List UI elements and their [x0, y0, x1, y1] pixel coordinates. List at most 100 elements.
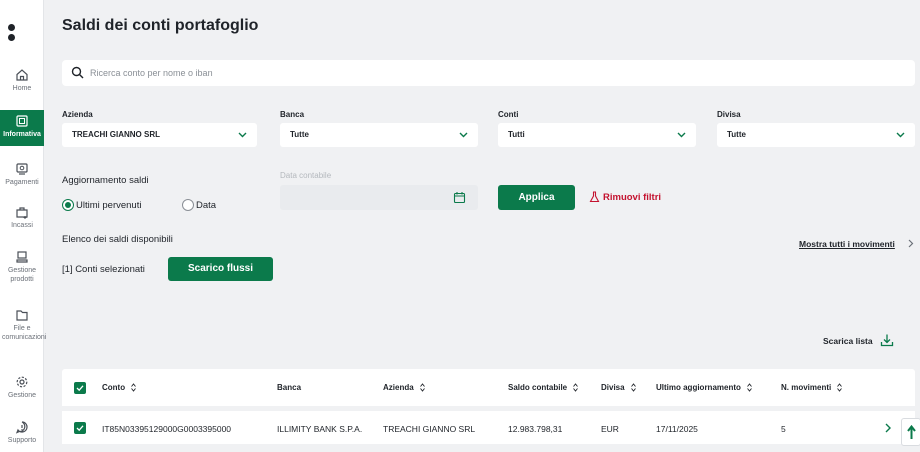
- check-icon: [76, 425, 84, 432]
- filter-azienda-value: TREACHI GIANNO SRL: [72, 130, 160, 139]
- filter-banca-select[interactable]: Tutte: [280, 123, 478, 147]
- download-flows-button[interactable]: Scarico flussi: [168, 257, 273, 281]
- chevron-right-icon[interactable]: [885, 423, 891, 433]
- column-header-saldo-contabile[interactable]: Saldo contabile: [508, 383, 579, 393]
- calendar-icon: [453, 192, 466, 204]
- filter-conti-value: Tutti: [508, 130, 525, 139]
- sidebar-item-label: File e comunicazioni: [2, 325, 47, 341]
- column-label: Saldo contabile: [508, 383, 568, 392]
- search-input[interactable]: [90, 64, 890, 82]
- filter-divisa-value: Tutte: [727, 130, 746, 139]
- filter-conti-label: Conti: [498, 110, 519, 119]
- collections-icon: [16, 207, 28, 219]
- column-header-divisa[interactable]: Divisa: [601, 383, 636, 393]
- column-header-n-movimenti[interactable]: N. movimenti: [781, 383, 843, 393]
- scroll-to-top-button[interactable]: [901, 418, 920, 446]
- cell-saldo: 12.983.798,31: [508, 424, 563, 434]
- page-title: Saldi dei conti portafoglio: [62, 17, 259, 34]
- chevron-down-icon: [677, 132, 686, 138]
- apply-button[interactable]: Applica: [498, 185, 575, 210]
- sidebar-item-label: Gestione prodotti: [7, 267, 37, 283]
- check-icon: [76, 385, 84, 392]
- sidebar-item-supporto[interactable]: Supporto: [0, 420, 44, 448]
- column-label: Azienda: [383, 383, 414, 392]
- show-all-movements-link[interactable]: Mostra tutti i movimenti: [799, 239, 895, 249]
- download-list-button[interactable]: Scarica lista: [823, 336, 873, 346]
- radio-data[interactable]: Data: [182, 198, 242, 212]
- remove-filters-label: Rimuovi filtri: [603, 192, 662, 203]
- report-icon: [16, 115, 28, 127]
- search-bar: [62, 60, 915, 86]
- folder-icon: [16, 310, 28, 321]
- cell-azienda: TREACHI GIANNO SRL: [383, 424, 476, 434]
- column-label: Divisa: [601, 383, 625, 392]
- sidebar-item-informativa[interactable]: Informativa: [0, 110, 44, 146]
- chevron-down-icon: [459, 132, 468, 138]
- list-heading: Elenco dei saldi disponibili: [62, 234, 173, 245]
- sidebar-item-file-comunicazioni[interactable]: File e comunicazioni: [0, 308, 47, 348]
- home-icon: [16, 69, 28, 81]
- filter-azienda-select[interactable]: TREACHI GIANNO SRL: [62, 123, 257, 147]
- app-logo: [8, 24, 16, 44]
- sidebar-item-label: Home: [12, 85, 32, 92]
- sidebar-item-gestione[interactable]: Gestione: [0, 375, 44, 403]
- payments-icon: [16, 163, 28, 175]
- radio-ultimi-pervenuti[interactable]: Ultimi pervenuti: [62, 198, 162, 212]
- flask-icon: [589, 191, 600, 203]
- sort-icon: [573, 383, 579, 393]
- filter-divisa-label: Divisa: [717, 110, 741, 119]
- column-header-conto[interactable]: Conto: [102, 383, 137, 393]
- column-label: Ultimo aggiornamento: [656, 383, 741, 392]
- chevron-down-icon: [896, 132, 905, 138]
- aggiornamento-label: Aggiornamento saldi: [62, 175, 149, 186]
- sort-icon: [837, 383, 843, 393]
- cell-divisa: EUR: [601, 424, 619, 434]
- sort-icon: [420, 383, 425, 393]
- sort-icon: [747, 383, 752, 393]
- radio-label: Ultimi pervenuti: [76, 200, 142, 211]
- sidebar-item-pagamenti[interactable]: Pagamenti: [0, 162, 44, 190]
- filter-azienda-label: Azienda: [62, 110, 93, 119]
- column-header-banca: Banca: [277, 383, 302, 392]
- sidebar-item-label: Incassi: [11, 222, 33, 229]
- sort-icon: [630, 383, 636, 393]
- data-contabile-label: Data contabile: [280, 171, 332, 180]
- data-contabile-field[interactable]: [280, 185, 478, 210]
- sidebar-item-label: Gestione: [7, 392, 37, 399]
- cell-n-movimenti: 5: [781, 424, 786, 434]
- arrow-up-icon: [907, 425, 916, 439]
- radio-dot: [62, 199, 74, 211]
- radio-label: Data: [196, 200, 217, 211]
- products-icon: [16, 251, 28, 263]
- table-header: Conto Banca Azienda Saldo contabile Divi…: [62, 369, 915, 406]
- row-checkbox[interactable]: [74, 422, 86, 434]
- filter-conti-select[interactable]: Tutti: [498, 123, 696, 147]
- selected-accounts-count: [1] Conti selezionati: [62, 264, 145, 275]
- gear-icon: [16, 376, 28, 388]
- radio-dot: [182, 199, 194, 211]
- sidebar-item-label: Supporto: [7, 437, 37, 444]
- cell-ultimo-aggiornamento: 17/11/2025: [656, 424, 698, 434]
- remove-filters-button[interactable]: Rimuovi filtri: [589, 191, 679, 206]
- select-all-checkbox[interactable]: [74, 382, 86, 394]
- main-content: Saldi dei conti portafoglio Azienda TREA…: [44, 0, 920, 452]
- filter-divisa-select[interactable]: Tutte: [717, 123, 915, 147]
- sidebar-item-label: Pagamenti: [5, 179, 39, 186]
- column-label: Conto: [102, 383, 126, 392]
- sidebar-item-gestione-prodotti[interactable]: Gestione prodotti: [0, 250, 44, 290]
- column-label: N. movimenti: [781, 383, 832, 392]
- download-icon[interactable]: [880, 333, 894, 347]
- table-row[interactable]: IT85N03395129000G0003395000 ILLIMITY BAN…: [62, 411, 915, 444]
- cell-banca: ILLIMITY BANK S.P.A.: [277, 424, 363, 434]
- cell-conto: IT85N03395129000G0003395000: [102, 424, 232, 434]
- sidebar-item-label: Informativa: [3, 131, 41, 138]
- column-header-azienda[interactable]: Azienda: [383, 383, 425, 393]
- sidebar: Home Informativa Pagamenti Incassi Gesti…: [0, 0, 47, 452]
- sidebar-item-incassi[interactable]: Incassi: [0, 205, 44, 233]
- sort-icon: [131, 383, 137, 393]
- column-header-ultimo-aggiornamento[interactable]: Ultimo aggiornamento: [656, 383, 752, 393]
- filter-banca-label: Banca: [280, 110, 305, 119]
- chevron-down-icon: [238, 132, 247, 138]
- sidebar-item-home[interactable]: Home: [0, 68, 44, 96]
- chevron-right-icon: [908, 239, 914, 248]
